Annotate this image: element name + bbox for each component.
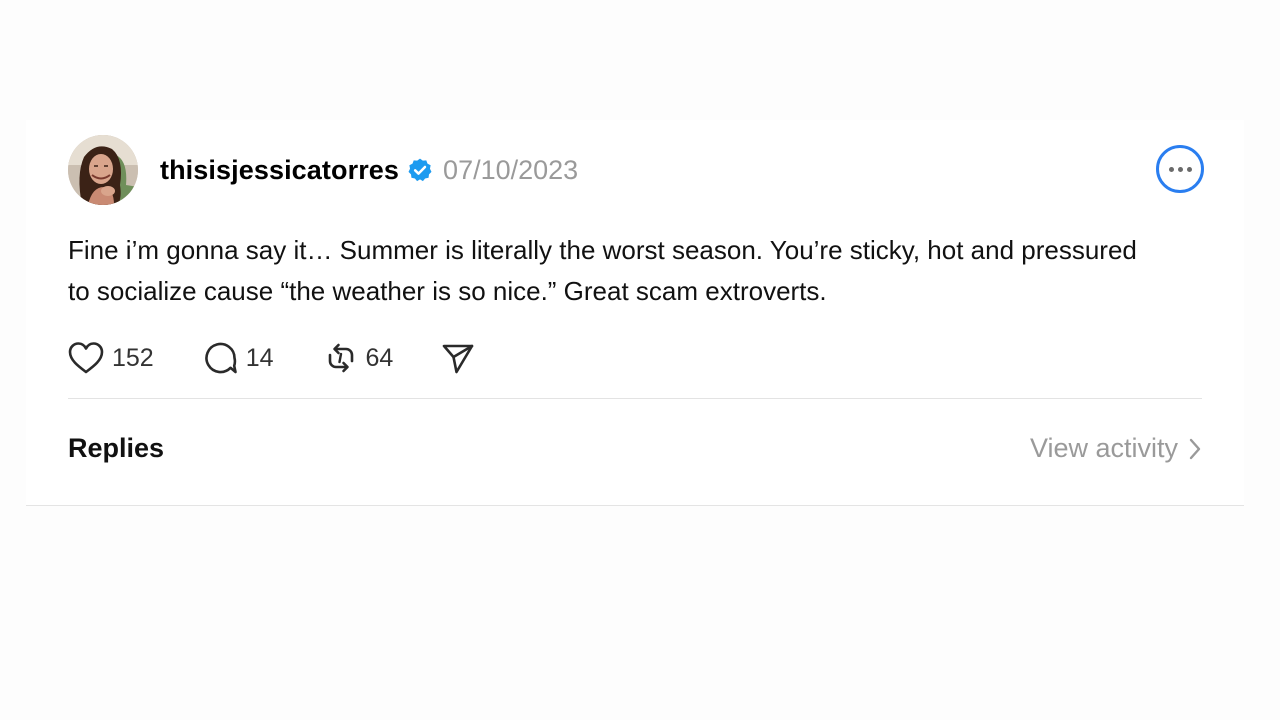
share-button[interactable] — [441, 341, 475, 375]
repost-button[interactable]: 64 — [324, 341, 394, 375]
reply-count: 14 — [245, 343, 274, 372]
post-body: Fine i’m gonna say it… Summer is literal… — [68, 235, 1137, 306]
heart-icon — [68, 342, 104, 374]
speech-bubble-icon — [204, 342, 237, 374]
post-timestamp: 07/10/2023 — [443, 154, 579, 185]
avatar[interactable] — [68, 135, 138, 205]
verified-badge-icon — [407, 157, 433, 183]
post-actions: 152 14 64 — [68, 340, 475, 376]
view-activity-link[interactable]: View activity — [1030, 433, 1202, 464]
like-button[interactable]: 152 — [68, 341, 154, 375]
replies-heading: Replies — [68, 433, 165, 463]
like-count: 152 — [112, 343, 154, 372]
send-icon — [443, 344, 474, 374]
username[interactable]: thisisjessicatorres — [160, 155, 399, 186]
section-divider — [68, 398, 1202, 399]
post-header: thisisjessicatorres 07/10/2023 — [160, 153, 578, 187]
post-card: thisisjessicatorres 07/10/2023 Fine i’m … — [26, 120, 1244, 506]
chevron-right-icon — [1189, 438, 1201, 459]
avatar-image — [68, 135, 138, 205]
reply-button[interactable]: 14 — [204, 341, 274, 375]
more-options-button[interactable] — [1156, 145, 1204, 193]
repost-count: 64 — [365, 343, 394, 372]
view-activity-label: View activity — [1029, 433, 1178, 463]
more-options-icon — [1168, 166, 1192, 172]
repost-icon — [328, 343, 353, 373]
